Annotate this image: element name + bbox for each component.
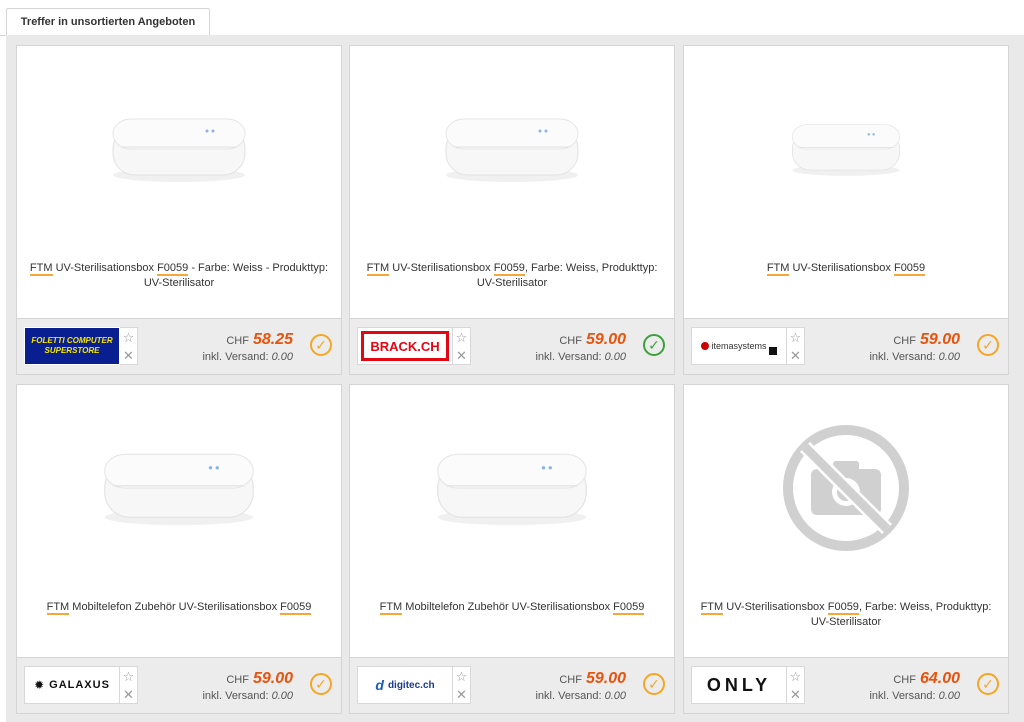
close-icon[interactable]: ✕ xyxy=(456,688,467,701)
uv-box-image xyxy=(437,453,587,525)
uv-box-image xyxy=(445,118,579,182)
offer-footer: BRACK.CH ☆ ✕ CHF 59.00 inkl. Versand: 0.0… xyxy=(350,318,674,374)
check-circle-green-icon[interactable]: ✓ xyxy=(643,334,665,356)
price-value: 58.25 xyxy=(252,331,293,348)
offer-tools: ☆ ✕ xyxy=(453,327,471,365)
shop-logo-digitec[interactable]: d digitec.ch xyxy=(357,666,453,704)
tab-unsorted-offers[interactable]: Treffer in unsortierten Angeboten xyxy=(6,8,210,35)
price-block: CHF 59.00 inkl. Versand: 0.00 xyxy=(202,670,293,702)
price-block: CHF 64.00 inkl. Versand: 0.00 xyxy=(869,670,960,702)
price-value: 64.00 xyxy=(919,670,960,687)
check-circle-orange-icon[interactable]: ✓ xyxy=(977,334,999,356)
offer-title[interactable]: FTM UV-Sterilisationsbox F0059, Farbe: W… xyxy=(692,600,1000,640)
close-icon[interactable]: ✕ xyxy=(790,688,801,701)
shop-logo-itemasystems[interactable]: itemasystems xyxy=(691,327,787,365)
digitec-d-icon: d xyxy=(375,677,384,693)
price-value: 59.00 xyxy=(252,670,293,687)
check-circle-orange-icon[interactable]: ✓ xyxy=(310,334,332,356)
itema-dot-icon xyxy=(701,342,710,350)
itema-square-icon xyxy=(768,347,777,355)
uv-box-image xyxy=(791,123,901,176)
close-icon[interactable]: ✕ xyxy=(123,349,134,362)
price-block: CHF 58.25 inkl. Versand: 0.00 xyxy=(202,331,293,363)
no-photo-icon xyxy=(783,424,909,551)
star-outline-icon[interactable]: ☆ xyxy=(790,670,802,683)
uv-box-image xyxy=(104,453,254,525)
star-outline-icon[interactable]: ☆ xyxy=(456,670,468,683)
offer-grid: FTM UV-Sterilisationsbox F0059 - Farbe: … xyxy=(6,35,1024,722)
check-circle-orange-icon[interactable]: ✓ xyxy=(643,673,665,695)
shop-logo-brack[interactable]: BRACK.CH xyxy=(357,327,453,365)
offer-tools: ☆ ✕ xyxy=(120,327,138,365)
offer-card[interactable]: FTM UV-Sterilisationsbox F0059 - Farbe: … xyxy=(16,45,342,375)
offer-title[interactable]: FTM UV-Sterilisationsbox F0059 - Farbe: … xyxy=(25,261,333,301)
price-block: CHF 59.00 inkl. Versand: 0.00 xyxy=(535,331,626,363)
star-outline-icon[interactable]: ☆ xyxy=(456,331,468,344)
product-image[interactable] xyxy=(17,385,341,590)
offer-footer: itemasystems ☆ ✕ CHF 59.00 inkl. Versand:… xyxy=(684,318,1008,374)
offer-footer: ONLY ☆ ✕ CHF 64.00 inkl. Versand: 0.00 ✓ xyxy=(684,657,1008,713)
offer-card[interactable]: FTM Mobiltelefon Zubehör UV-Sterilisatio… xyxy=(349,384,675,714)
product-image[interactable] xyxy=(350,385,674,590)
offer-footer: FOLETTI COMPUTER SUPERSTORE ☆ ✕ CHF 58.25… xyxy=(17,318,341,374)
offer-tools: ☆ ✕ xyxy=(453,666,471,704)
tab-bar: Treffer in unsortierten Angeboten xyxy=(0,0,1024,36)
product-image[interactable] xyxy=(684,46,1008,251)
product-image[interactable] xyxy=(350,46,674,251)
product-image[interactable] xyxy=(684,385,1008,590)
shop-logo-galaxus[interactable]: ✹ GALAXUS xyxy=(24,666,120,704)
uv-box-image xyxy=(112,118,246,182)
offer-card[interactable]: FTM Mobiltelefon Zubehör UV-Sterilisatio… xyxy=(16,384,342,714)
offer-card[interactable]: FTM UV-Sterilisationsbox F0059, Farbe: W… xyxy=(683,384,1009,714)
close-icon[interactable]: ✕ xyxy=(790,349,801,362)
close-icon[interactable]: ✕ xyxy=(123,688,134,701)
offer-tools: ☆ ✕ xyxy=(787,666,805,704)
product-image[interactable] xyxy=(17,46,341,251)
shop-logo-foletti[interactable]: FOLETTI COMPUTER SUPERSTORE xyxy=(24,327,120,365)
price-value: 59.00 xyxy=(919,331,960,348)
offer-title[interactable]: FTM UV-Sterilisationsbox F0059 xyxy=(692,261,1000,301)
offer-title[interactable]: FTM UV-Sterilisationsbox F0059, Farbe: W… xyxy=(358,261,666,301)
price-block: CHF 59.00 inkl. Versand: 0.00 xyxy=(869,331,960,363)
offer-footer: d digitec.ch ☆ ✕ CHF 59.00 inkl. Versand:… xyxy=(350,657,674,713)
offer-card[interactable]: FTM UV-Sterilisationsbox F0059, Farbe: W… xyxy=(349,45,675,375)
star-outline-icon[interactable]: ☆ xyxy=(123,670,135,683)
offer-footer: ✹ GALAXUS ☆ ✕ CHF 59.00 inkl. Versand: 0.… xyxy=(17,657,341,713)
close-icon[interactable]: ✕ xyxy=(456,349,467,362)
price-value: 59.00 xyxy=(585,331,626,348)
offer-tools: ☆ ✕ xyxy=(120,666,138,704)
offer-title[interactable]: FTM Mobiltelefon Zubehör UV-Sterilisatio… xyxy=(25,600,333,640)
price-value: 59.00 xyxy=(585,670,626,687)
galaxus-sun-icon: ✹ xyxy=(34,678,46,692)
shop-logo-only[interactable]: ONLY xyxy=(691,666,787,704)
offer-card[interactable]: FTM UV-Sterilisationsbox F0059 itemasyst… xyxy=(683,45,1009,375)
star-outline-icon[interactable]: ☆ xyxy=(790,331,802,344)
offer-tools: ☆ ✕ xyxy=(787,327,805,365)
check-circle-orange-icon[interactable]: ✓ xyxy=(977,673,999,695)
price-block: CHF 59.00 inkl. Versand: 0.00 xyxy=(535,670,626,702)
offer-title[interactable]: FTM Mobiltelefon Zubehör UV-Sterilisatio… xyxy=(358,600,666,640)
check-circle-orange-icon[interactable]: ✓ xyxy=(310,673,332,695)
star-outline-icon[interactable]: ☆ xyxy=(123,331,135,344)
